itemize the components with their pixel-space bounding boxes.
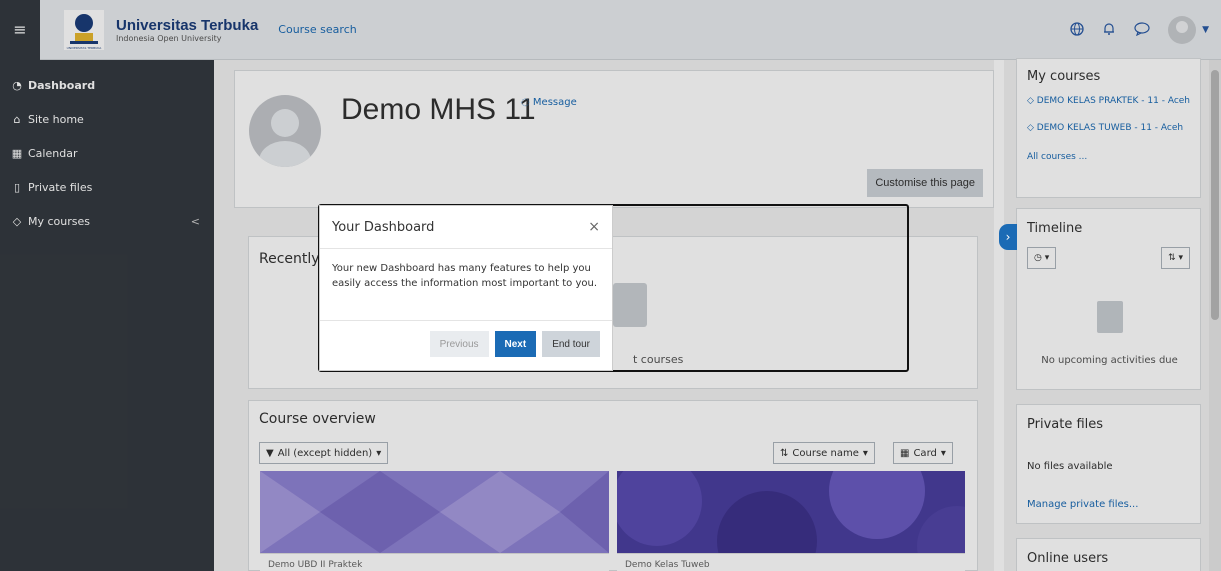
tour-dialog-body: Your new Dashboard has many features to … <box>320 249 612 321</box>
close-icon[interactable]: × <box>588 219 600 235</box>
chevron-right-icon[interactable]: › <box>999 224 1017 250</box>
previous-button[interactable]: Previous <box>429 331 489 357</box>
tour-dialog: Your Dashboard × Your new Dashboard has … <box>319 205 613 371</box>
next-button[interactable]: Next <box>494 331 537 357</box>
tour-dialog-header: Your Dashboard × <box>320 206 612 249</box>
tour-dialog-title: Your Dashboard <box>332 219 435 235</box>
tour-dialog-footer: Previous Next End tour <box>320 321 612 367</box>
end-tour-button[interactable]: End tour <box>542 331 600 357</box>
